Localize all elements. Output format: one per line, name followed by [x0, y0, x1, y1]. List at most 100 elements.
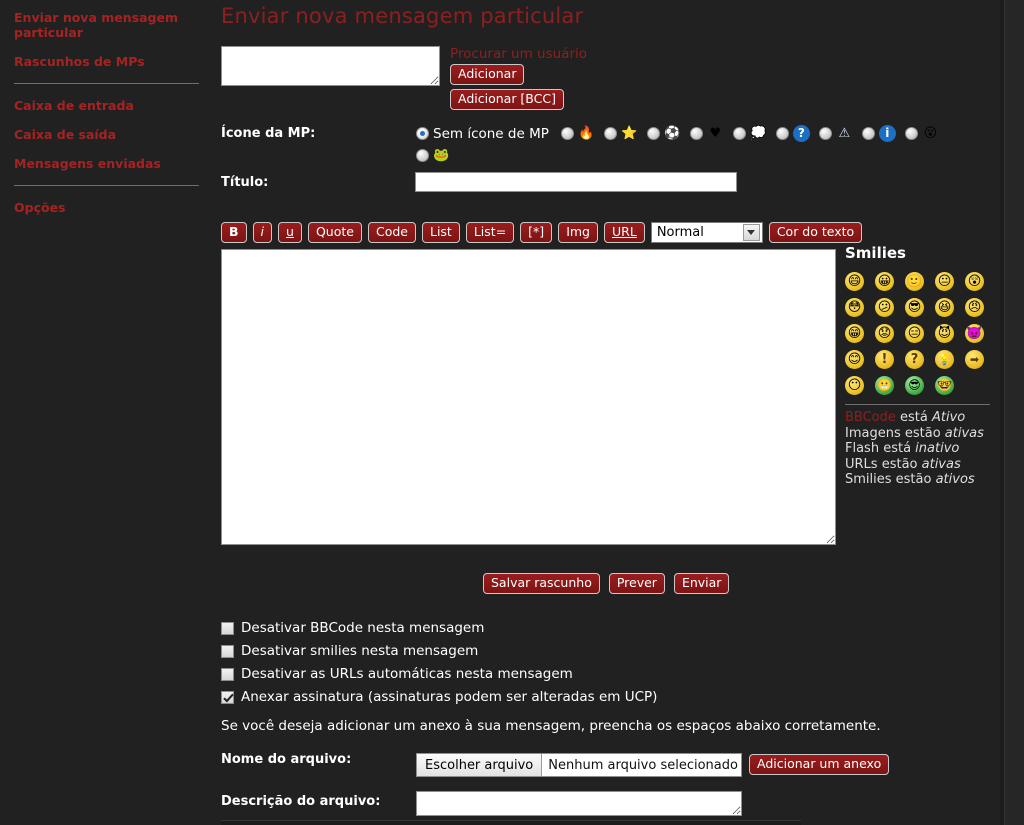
pm-icon-glyph-3[interactable]: ⚽: [664, 125, 681, 142]
pm-icon-glyph-8[interactable]: i: [878, 125, 896, 142]
sidebar-item-inbox[interactable]: Caixa de entrada: [14, 98, 199, 113]
sidebar-item-sent[interactable]: Mensagens enviadas: [14, 156, 199, 171]
message-input[interactable]: [221, 249, 836, 545]
pm-icon-option-3[interactable]: ⚽: [646, 125, 681, 142]
pm-icon-option-2[interactable]: ⭐: [603, 125, 638, 142]
pm-icon-radio-5[interactable]: [732, 127, 746, 140]
file-description-input[interactable]: [416, 791, 742, 816]
smiley-neutral[interactable]: 😐: [935, 271, 954, 291]
smiley-razz[interactable]: 😁: [845, 323, 864, 343]
pm-icon-option-1[interactable]: 🔥: [560, 125, 595, 142]
smiley-arrow[interactable]: ➡: [965, 349, 984, 369]
checkbox-attach-signature-row[interactable]: Anexar assinatura (assinaturas podem ser…: [221, 689, 841, 705]
checkbox-disable-bbcode[interactable]: [221, 621, 234, 635]
bbcode-list-ordered-button[interactable]: List=: [465, 222, 515, 243]
pm-icon-radio-0[interactable]: [416, 127, 429, 140]
smiley-exclamation[interactable]: !: [875, 349, 894, 369]
sidebar-divider-1: [14, 83, 199, 84]
pm-icon-radio-7[interactable]: [818, 127, 832, 140]
pm-icon-option-10[interactable]: 🐸: [416, 147, 450, 164]
smiley-cool[interactable]: 😎: [905, 297, 924, 317]
pm-icon-radio-2[interactable]: [603, 127, 617, 140]
bbcode-url-button[interactable]: URL: [604, 222, 645, 243]
pm-icon-glyph-9[interactable]: 😮: [922, 125, 939, 142]
bbcode-italic-button[interactable]: i: [252, 222, 273, 243]
sidebar-item-drafts[interactable]: Rascunhos de MPs: [14, 54, 199, 69]
add-recipient-button[interactable]: Adicionar: [450, 64, 525, 85]
smiley-laugh[interactable]: 😄: [845, 271, 864, 291]
checkbox-disable-magic-urls-row[interactable]: Desativar as URLs automáticas nesta mens…: [221, 666, 841, 682]
checkbox-attach-signature[interactable]: [221, 690, 234, 704]
checkbox-disable-smilies[interactable]: [221, 644, 234, 658]
add-bcc-button[interactable]: Adicionar [BCC]: [450, 89, 564, 110]
submit-button[interactable]: Enviar: [673, 573, 730, 594]
bbcode-quote-button[interactable]: Quote: [307, 222, 362, 243]
font-size-select[interactable]: Normal: [650, 222, 763, 243]
smiley-surprised[interactable]: 😲: [965, 271, 984, 291]
subject-input[interactable]: [415, 172, 737, 192]
add-attachment-button[interactable]: Adicionar um anexo: [749, 754, 890, 775]
pm-icon-glyph-5[interactable]: 💭: [750, 125, 767, 142]
checkbox-disable-bbcode-row[interactable]: Desativar BBCode nesta mensagem: [221, 620, 841, 636]
pm-icon-option-6[interactable]: ?: [775, 125, 810, 142]
find-user-link[interactable]: Procurar um usuário: [450, 46, 587, 62]
smiley-grin[interactable]: 😀: [875, 271, 894, 291]
pm-icon-radio-1[interactable]: [560, 127, 574, 140]
bbcode-status-list: BBCode está Ativo Imagens estão ativas Fla…: [845, 410, 997, 488]
checkbox-disable-smilies-row[interactable]: Desativar smilies nesta mensagem: [221, 643, 841, 659]
pm-icon-glyph-7[interactable]: ⚠: [836, 125, 853, 142]
smiley-idea[interactable]: 💡: [935, 349, 954, 369]
pm-icon-radio-4[interactable]: [689, 127, 703, 140]
smiley-question[interactable]: ?: [905, 349, 924, 369]
bbcode-underline-button[interactable]: u: [278, 222, 302, 243]
smiley-green-grin[interactable]: 😬: [875, 375, 894, 395]
pm-icon-glyph-2[interactable]: ⭐: [621, 125, 638, 142]
bbcode-image-button[interactable]: Img: [558, 222, 598, 243]
save-draft-button[interactable]: Salvar rascunho: [483, 573, 600, 594]
pm-icon-radio-3[interactable]: [646, 127, 660, 140]
choose-file-button[interactable]: Escolher arquivo: [417, 754, 543, 776]
pm-icon-option-4[interactable]: ♥: [689, 125, 724, 142]
pm-icon-option-0[interactable]: Sem ícone de MP: [416, 126, 549, 142]
pm-icon-option-8[interactable]: i: [861, 125, 896, 142]
pm-icon-radio-6[interactable]: [775, 127, 789, 140]
smiley-twisted[interactable]: 👿: [965, 323, 984, 343]
pm-icon-radio-10[interactable]: [416, 149, 429, 162]
sidebar-item-options[interactable]: Opções: [14, 200, 199, 215]
smiley-neutral-2[interactable]: 😶: [845, 375, 864, 395]
smiley-rolleyes[interactable]: 😑: [905, 323, 924, 343]
bbcode-list-item-button[interactable]: [*]: [520, 222, 553, 243]
pm-icon-glyph-4[interactable]: ♥: [707, 125, 724, 142]
smiley-lol[interactable]: 😆: [935, 297, 954, 317]
smiley-green-cool[interactable]: 😎: [905, 375, 924, 395]
bbcode-status-line-3: URLs estão ativas: [845, 457, 997, 473]
smiley-evil[interactable]: 😈: [935, 323, 954, 343]
pm-icon-option-7[interactable]: ⚠: [818, 125, 853, 142]
pm-icon-radio-8[interactable]: [861, 127, 875, 140]
smiley-embarrassed[interactable]: 😊: [845, 349, 864, 369]
bbcode-status-text: Imagens estão: [845, 425, 945, 441]
text-color-button[interactable]: Cor do texto: [768, 222, 863, 243]
checkbox-attach-signature-label: Anexar assinatura (assinaturas podem ser…: [241, 689, 658, 705]
pm-icon-option-9[interactable]: 😮: [904, 125, 939, 142]
smiley-mad[interactable]: 😠: [965, 297, 984, 317]
smiley-sad[interactable]: 😟: [875, 323, 894, 343]
pm-icon-option-5[interactable]: 💭: [732, 125, 767, 142]
smiley-confused[interactable]: 😕: [875, 297, 894, 317]
sidebar-item-outbox[interactable]: Caixa de saída: [14, 127, 199, 142]
file-input[interactable]: Escolher arquivo Nenhum arquivo selecion…: [416, 753, 742, 777]
checkbox-disable-magic-urls[interactable]: [221, 667, 234, 681]
pm-icon-glyph-10[interactable]: 🐸: [433, 147, 450, 164]
bbcode-code-button[interactable]: Code: [367, 222, 416, 243]
bbcode-list-button[interactable]: List: [421, 222, 460, 243]
bbcode-bold-button[interactable]: B: [221, 222, 247, 243]
preview-button[interactable]: Prever: [608, 573, 665, 594]
smiley-nerd[interactable]: 🤓: [935, 375, 954, 395]
recipient-input[interactable]: [221, 46, 440, 86]
pm-icon-radio-9[interactable]: [904, 127, 918, 140]
smiley-smile[interactable]: 🙂: [905, 271, 924, 291]
pm-icon-glyph-1[interactable]: 🔥: [578, 125, 595, 142]
smiley-eek[interactable]: 😳: [845, 297, 864, 317]
pm-icon-glyph-6[interactable]: ?: [792, 125, 810, 142]
sidebar-item-new-pm[interactable]: Enviar nova mensagem particular: [14, 10, 194, 40]
